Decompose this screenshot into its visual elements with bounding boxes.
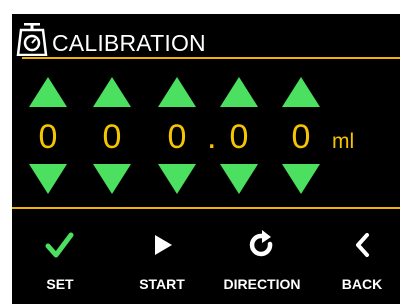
digit-3-increment-button[interactable] [158,77,196,107]
digit-1-decrement-button[interactable] [29,164,67,194]
digit-2-increment-button[interactable] [93,77,131,107]
scale-icon [16,23,48,56]
decimal-point: . [207,118,217,156]
set-button-label: SET [46,276,74,292]
digit-5-decrement-button[interactable] [282,164,320,194]
header: CALIBRATION [12,14,400,59]
digit-4-decrement-button[interactable] [220,164,258,194]
header-divider [22,57,400,59]
play-icon [155,235,172,255]
chevron-left-icon [356,233,369,257]
digit-1-increment-button[interactable] [29,77,67,107]
page-title: CALIBRATION [52,30,206,56]
direction-button[interactable]: DIRECTION [210,226,314,298]
back-button[interactable]: BACK [330,226,394,298]
rotate-icon [249,230,273,257]
digit-1: 0 [38,118,58,156]
checkmark-icon [45,232,74,258]
digit-5-increment-button[interactable] [282,77,320,107]
digit-2-decrement-button[interactable] [93,164,131,194]
digit-2: 0 [102,118,122,156]
digit-3: 0 [167,118,187,156]
digit-5: 0 [291,118,311,156]
start-button[interactable]: START [120,226,204,298]
divider [12,207,400,209]
unit-label: ml [332,130,355,153]
digit-4: 0 [229,118,249,156]
direction-button-label: DIRECTION [223,276,301,292]
calibration-screen: CALIBRATION 0 0 0 . 0 0 ml SET START DIR… [12,14,400,304]
digit-4-increment-button[interactable] [220,77,258,107]
back-button-label: BACK [341,276,383,292]
set-button[interactable]: SET [28,226,92,298]
start-button-label: START [139,276,185,292]
digit-3-decrement-button[interactable] [158,164,196,194]
